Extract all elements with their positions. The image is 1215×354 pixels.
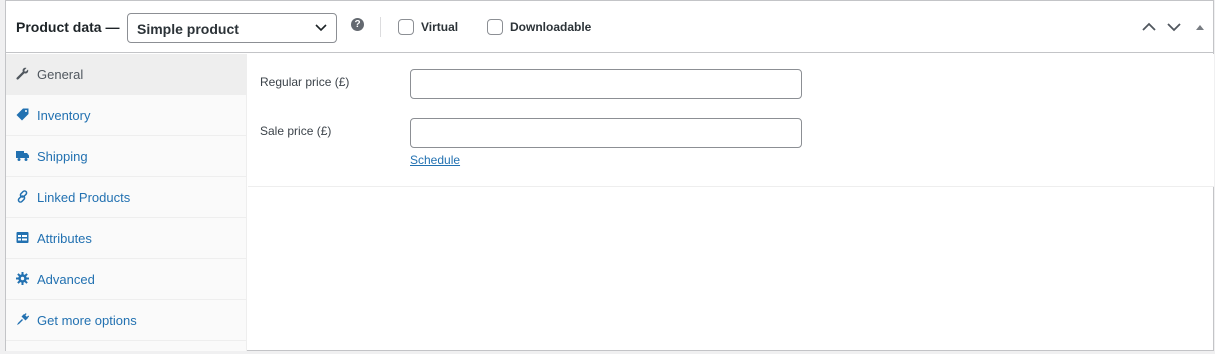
tab-attributes[interactable]: Attributes: [6, 218, 247, 259]
truck-icon: [16, 151, 29, 161]
regular-price-label: Regular price (£): [260, 75, 350, 89]
list-icon: [16, 232, 29, 243]
wrench-icon: [16, 67, 29, 80]
gear-icon: [16, 272, 29, 285]
tab-get-more-options[interactable]: Get more options: [6, 300, 247, 341]
tab-get-more-options-label: Get more options: [37, 313, 137, 328]
virtual-label[interactable]: Virtual: [421, 20, 458, 34]
downloadable-checkbox[interactable]: [487, 19, 503, 35]
link-icon: [17, 190, 28, 203]
tab-linked-products-label: Linked Products: [37, 190, 131, 205]
general-panel: Regular price (£) Sale price (£) Schedul…: [248, 54, 1214, 187]
tab-advanced-label: Advanced: [37, 272, 95, 287]
move-down-icon[interactable]: [1166, 19, 1182, 35]
sale-price-input[interactable]: [410, 118, 802, 148]
tab-shipping-label: Shipping: [37, 149, 88, 164]
plug-icon: [17, 313, 29, 325]
move-up-icon[interactable]: [1141, 19, 1157, 35]
collapse-toggle-icon[interactable]: [1192, 19, 1208, 35]
schedule-link[interactable]: Schedule: [410, 153, 460, 167]
tab-inventory[interactable]: Inventory: [6, 95, 247, 136]
downloadable-label[interactable]: Downloadable: [510, 20, 591, 34]
header-divider: [380, 17, 381, 37]
tab-advanced[interactable]: Advanced: [6, 259, 247, 300]
metabox-header: Product data — Simple product ? Virtual …: [6, 1, 1213, 53]
tab-general[interactable]: General: [6, 54, 247, 95]
product-data-tabs: General Inventory Shipping Linked Produc…: [6, 54, 247, 351]
metabox-title: Product data —: [16, 19, 120, 35]
tab-linked-products[interactable]: Linked Products: [6, 177, 247, 218]
product-type-select[interactable]: Simple product: [127, 13, 337, 43]
help-tip-icon[interactable]: ?: [351, 18, 364, 31]
tab-general-label: General: [37, 67, 84, 82]
tab-inventory-label: Inventory: [37, 108, 91, 123]
product-type-value: Simple product: [137, 21, 239, 37]
tab-shipping[interactable]: Shipping: [6, 136, 247, 177]
chevron-down-icon: [315, 24, 327, 32]
tag-icon: [16, 108, 29, 121]
virtual-checkbox[interactable]: [398, 19, 414, 35]
product-data-metabox: Product data — Simple product ? Virtual …: [5, 0, 1214, 351]
regular-price-input[interactable]: [410, 69, 802, 99]
tab-attributes-label: Attributes: [37, 231, 92, 246]
sale-price-label: Sale price (£): [260, 124, 332, 138]
